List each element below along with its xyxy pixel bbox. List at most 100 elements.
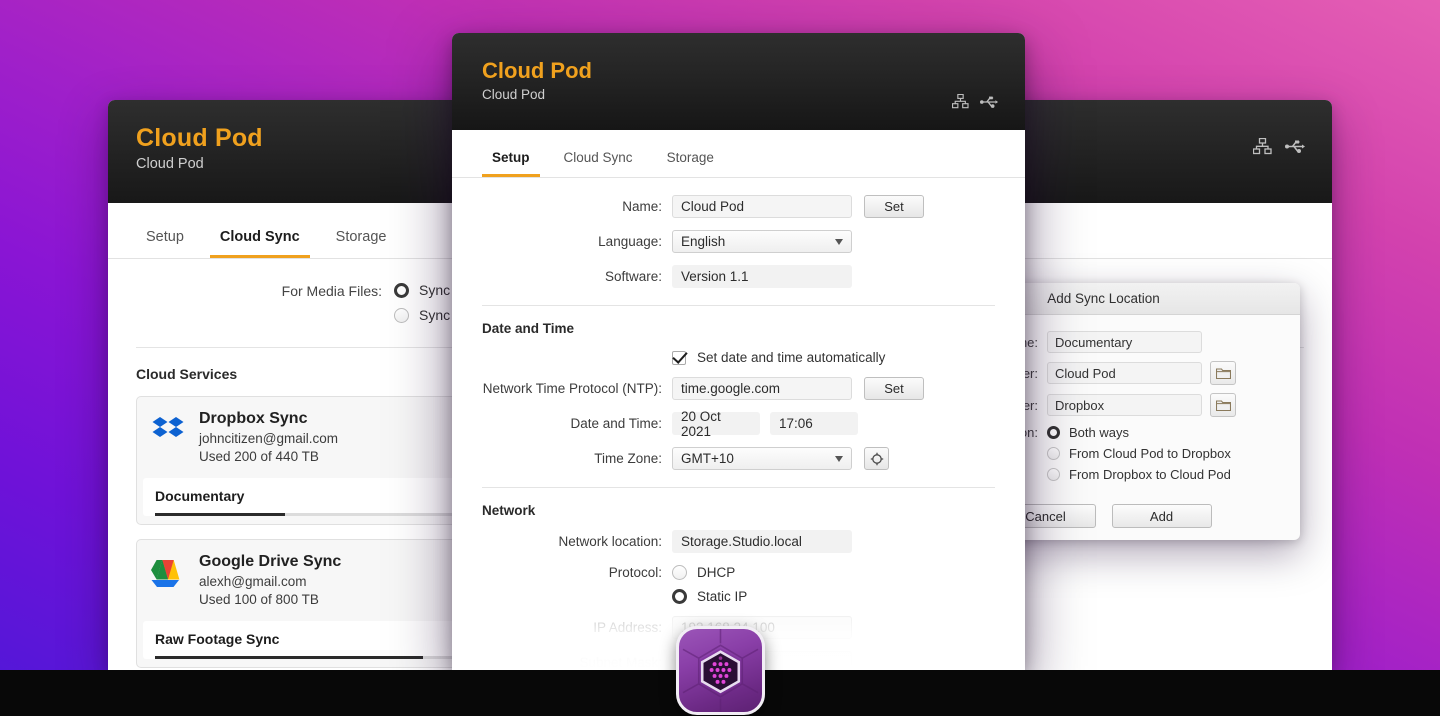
radio-static-ip[interactable]: Static IP bbox=[672, 589, 747, 604]
setup-page-title: Cloud Pod bbox=[482, 58, 592, 83]
row-protocol: Protocol: DHCP Static IP bbox=[482, 565, 995, 604]
radio-label: DHCP bbox=[697, 565, 736, 580]
auto-datetime-checkbox[interactable] bbox=[672, 350, 686, 365]
sync-location-name: Documentary bbox=[155, 488, 245, 504]
network-location-input[interactable]: Storage.Studio.local bbox=[672, 530, 852, 553]
service-usage: Used 200 of 440 TB bbox=[199, 449, 319, 464]
time-input[interactable]: 17:06 bbox=[770, 412, 858, 435]
software-version-value: Version 1.1 bbox=[672, 265, 852, 288]
radio-label: Both ways bbox=[1069, 425, 1129, 440]
language-value: English bbox=[681, 234, 726, 249]
setup-page-subtitle: Cloud Pod bbox=[482, 87, 546, 102]
folder-icon bbox=[1215, 368, 1231, 379]
radio-dhcp[interactable]: DHCP bbox=[672, 565, 747, 580]
tab-setup[interactable]: Setup bbox=[136, 229, 194, 258]
service-email: alexh@gmail.com bbox=[199, 574, 307, 589]
dropbox-logo-icon bbox=[151, 413, 185, 447]
browse-local-folder-button[interactable] bbox=[1210, 361, 1236, 385]
radio-local-to-remote[interactable]: From Cloud Pod to Dropbox bbox=[1047, 446, 1231, 461]
add-button[interactable]: Add bbox=[1111, 504, 1212, 528]
row-language: Language: English bbox=[482, 230, 995, 253]
ntp-label: Network Time Protocol (NTP): bbox=[482, 381, 662, 396]
usb-icon[interactable] bbox=[980, 95, 999, 113]
radio-indicator bbox=[394, 307, 409, 323]
service-name: Dropbox Sync bbox=[199, 410, 308, 427]
direction-options: Both ways From Cloud Pod to Dropbox From… bbox=[1047, 425, 1231, 482]
setup-header-icons bbox=[951, 93, 999, 114]
page-subtitle: Cloud Pod bbox=[136, 156, 204, 172]
remote-folder-input[interactable]: Dropbox bbox=[1047, 394, 1202, 416]
radio-indicator bbox=[1047, 447, 1060, 460]
network-topology-icon[interactable] bbox=[1253, 138, 1272, 155]
locate-icon bbox=[870, 452, 883, 465]
tab-storage[interactable]: Storage bbox=[326, 229, 397, 258]
row-timezone: Time Zone: GMT+10 bbox=[482, 447, 995, 470]
datetime-label: Date and Time: bbox=[570, 416, 662, 431]
radio-indicator bbox=[672, 589, 687, 604]
divider bbox=[482, 305, 995, 306]
radio-indicator bbox=[1047, 426, 1060, 439]
tab-storage[interactable]: Storage bbox=[657, 150, 724, 177]
main-window-header-icons bbox=[1253, 138, 1306, 155]
ntp-set-button[interactable]: Set bbox=[864, 377, 924, 400]
tab-cloud-sync[interactable]: Cloud Sync bbox=[554, 150, 643, 177]
name-set-button[interactable]: Set bbox=[864, 195, 924, 218]
timezone-label: Time Zone: bbox=[594, 451, 662, 466]
timezone-value: GMT+10 bbox=[681, 451, 734, 466]
name-input[interactable]: Documentary bbox=[1047, 331, 1202, 353]
row-datetime: Date and Time: 20 Oct 2021 17:06 bbox=[482, 409, 995, 439]
setup-tab-bar: Setup Cloud Sync Storage bbox=[452, 130, 1025, 178]
setup-panel: Name: Cloud Pod Set Language: English So… bbox=[452, 195, 1025, 670]
locate-timezone-button[interactable] bbox=[864, 447, 889, 470]
setup-window: Cloud Pod Cloud Pod Setup Cloud Sync Sto… bbox=[452, 33, 1025, 670]
row-ntp: Network Time Protocol (NTP): time.google… bbox=[482, 377, 995, 400]
folder-icon bbox=[1215, 400, 1231, 411]
tab-setup[interactable]: Setup bbox=[482, 150, 540, 177]
row-network-location: Network location: Storage.Studio.local bbox=[482, 530, 995, 553]
subnet-mask-label: Subnet Mask: bbox=[579, 655, 662, 670]
date-time-section-title: Date and Time bbox=[482, 321, 575, 336]
row-auto-datetime[interactable]: Set date and time automatically bbox=[482, 350, 995, 365]
protocol-label: Protocol: bbox=[608, 565, 662, 580]
radio-remote-to-local[interactable]: From Dropbox to Cloud Pod bbox=[1047, 467, 1231, 482]
ip-address-label: IP Address: bbox=[593, 620, 662, 635]
radio-both-ways[interactable]: Both ways bbox=[1047, 425, 1231, 440]
browse-remote-folder-button[interactable] bbox=[1210, 393, 1236, 417]
setup-window-header: Cloud Pod Cloud Pod bbox=[452, 33, 1025, 130]
divider bbox=[482, 487, 995, 488]
network-location-label: Network location: bbox=[558, 534, 662, 549]
radio-indicator bbox=[1047, 468, 1060, 481]
auto-datetime-label: Set date and time automatically bbox=[697, 350, 886, 365]
row-name: Name: Cloud Pod Set bbox=[482, 195, 995, 218]
google-drive-logo-icon bbox=[151, 556, 185, 590]
chevron-down-icon bbox=[835, 238, 843, 245]
service-card-meta: Dropbox Sync johncitizen@gmail.com Used … bbox=[199, 410, 338, 464]
radio-indicator bbox=[394, 282, 409, 298]
usb-icon[interactable] bbox=[1285, 140, 1306, 153]
local-folder-input[interactable]: Cloud Pod bbox=[1047, 362, 1202, 384]
dialog-title: Add Sync Location bbox=[1047, 291, 1160, 306]
language-select[interactable]: English bbox=[672, 230, 852, 253]
protocol-options: DHCP Static IP bbox=[672, 565, 747, 604]
network-section-title: Network bbox=[482, 503, 536, 518]
tab-cloud-sync[interactable]: Cloud Sync bbox=[209, 229, 310, 258]
device-name-input[interactable]: Cloud Pod bbox=[672, 195, 852, 218]
language-label: Language: bbox=[598, 234, 662, 249]
radio-label: Static IP bbox=[697, 589, 748, 604]
service-card-meta: Google Drive Sync alexh@gmail.com Used 1… bbox=[199, 553, 341, 607]
chevron-down-icon bbox=[835, 455, 843, 462]
timezone-select[interactable]: GMT+10 bbox=[672, 447, 852, 470]
page-title: Cloud Pod bbox=[136, 124, 263, 152]
radio-label: From Cloud Pod to Dropbox bbox=[1069, 446, 1231, 461]
service-name: Google Drive Sync bbox=[199, 553, 342, 570]
date-input[interactable]: 20 Oct 2021 bbox=[672, 409, 760, 439]
radio-indicator bbox=[672, 565, 687, 580]
sync-location-name: Raw Footage Sync bbox=[155, 631, 280, 647]
radio-label: From Dropbox to Cloud Pod bbox=[1069, 467, 1231, 482]
ntp-input[interactable]: time.google.com bbox=[672, 377, 852, 400]
name-label: Name: bbox=[622, 199, 662, 214]
cloud-pod-app-icon[interactable] bbox=[676, 626, 765, 715]
row-software: Software: Version 1.1 bbox=[482, 265, 995, 288]
service-usage: Used 100 of 800 TB bbox=[199, 592, 319, 607]
network-topology-icon[interactable] bbox=[951, 93, 969, 114]
